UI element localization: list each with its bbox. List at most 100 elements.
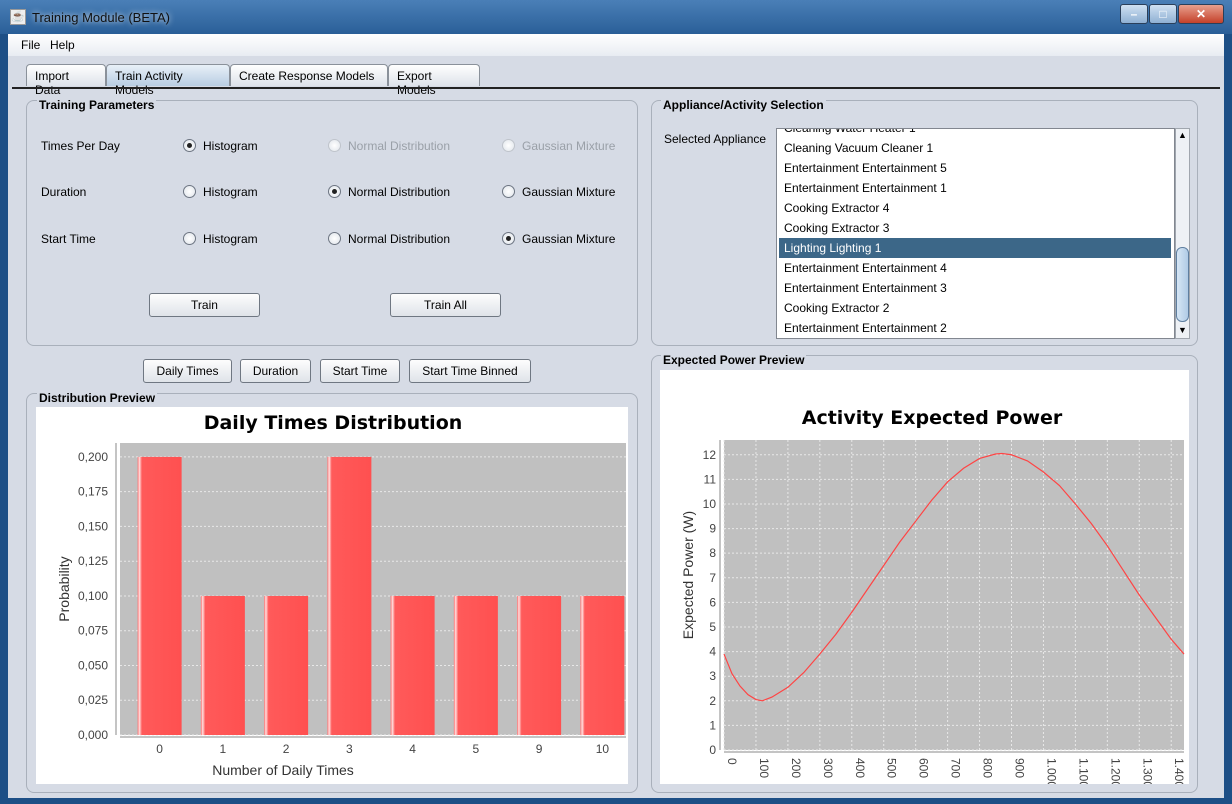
chart-title: Activity Expected Power (802, 407, 1063, 429)
appliance-list[interactable]: Cleaning Water Heater 1 Cleaning Vacuum C… (776, 128, 1175, 339)
radio-button[interactable] (502, 185, 515, 198)
radio-label[interactable]: Histogram (203, 185, 258, 199)
list-item[interactable]: Entertainment Entertainment 1 (779, 178, 1171, 198)
bar (517, 595, 562, 735)
train-button[interactable]: Train (149, 293, 260, 317)
train-all-button[interactable]: Train All (390, 293, 501, 317)
list-item[interactable]: Entertainment Entertainment 4 (779, 258, 1171, 278)
radio-button[interactable] (183, 185, 196, 198)
row-label: Start Time (41, 232, 96, 246)
java-icon: ☕ (10, 9, 26, 25)
y-tick-label: 7 (709, 571, 716, 585)
list-item[interactable]: Entertainment Entertainment 5 (779, 158, 1171, 178)
list-item[interactable]: Cleaning Vacuum Cleaner 1 (779, 138, 1171, 158)
y-tick-label: 0,175 (78, 485, 108, 499)
x-tick-label: 900 (1013, 758, 1027, 778)
y-tick-label: 0,050 (78, 658, 108, 672)
y-tick-label: 10 (703, 497, 717, 511)
radio-button[interactable] (502, 232, 515, 245)
tab-divider (12, 87, 1220, 89)
appliance-selection-title: Appliance/Activity Selection (661, 98, 826, 112)
x-tick-label: 1.100 (1076, 758, 1090, 784)
training-parameters-title: Training Parameters (37, 98, 157, 112)
radio-label[interactable]: Histogram (203, 232, 258, 246)
x-tick-label: 5 (473, 742, 480, 756)
x-axis-label: Number of Daily Times (212, 762, 354, 778)
x-tick-label: 2 (283, 742, 290, 756)
list-item[interactable]: Entertainment Entertainment 2 (779, 318, 1171, 338)
x-tick-label: 500 (885, 758, 899, 778)
menu-help[interactable]: Help (50, 38, 75, 52)
row-label: Duration (41, 185, 87, 199)
list-item[interactable]: Cooking Extractor 4 (779, 198, 1171, 218)
list-scrollbar[interactable]: ▲ ▼ (1175, 128, 1190, 339)
tab-create-response-models[interactable]: Create Response Models (230, 64, 388, 86)
list-item[interactable]: Entertainment Entertainment 3 (779, 278, 1171, 298)
radio-label[interactable]: Normal Distribution (348, 185, 450, 199)
radio-button[interactable] (328, 185, 341, 198)
y-tick-label: 0,150 (78, 519, 108, 533)
radio-button (328, 139, 341, 152)
y-tick-label: 8 (709, 546, 716, 560)
y-tick-label: 0,125 (78, 554, 108, 568)
bar (327, 456, 372, 735)
duration-button[interactable]: Duration (240, 359, 311, 383)
radio-label: Gaussian Mixture (522, 139, 616, 153)
bar (200, 595, 245, 735)
tab-train-activity-models[interactable]: Train Activity Models (106, 64, 230, 97)
x-tick-label: 1.000 (1044, 758, 1058, 784)
x-tick-label: 700 (949, 758, 963, 778)
tab-export-models[interactable]: Export Models (388, 64, 480, 97)
maximize-button[interactable]: □ (1149, 4, 1177, 24)
scroll-down-icon[interactable]: ▼ (1178, 325, 1187, 335)
scroll-up-icon[interactable]: ▲ (1178, 130, 1187, 140)
row-label: Times Per Day (41, 139, 120, 153)
y-tick-label: 0,000 (78, 728, 108, 742)
radio-button[interactable] (183, 139, 196, 152)
expected-power-chart: Activity Expected Power01234567891011120… (660, 370, 1189, 784)
chart-title: Daily Times Distribution (204, 412, 463, 434)
menu-file[interactable]: File (21, 38, 40, 52)
distribution-preview-title: Distribution Preview (37, 391, 158, 405)
radio-label[interactable]: Histogram (203, 139, 258, 153)
list-item[interactable]: Cooking Extractor 2 (779, 298, 1171, 318)
y-tick-label: 0,075 (78, 624, 108, 638)
start-time-button[interactable]: Start Time (320, 359, 400, 383)
minimize-button[interactable]: – (1120, 4, 1148, 24)
daily-times-button[interactable]: Daily Times (143, 359, 232, 383)
x-tick-label: 600 (917, 758, 931, 778)
training-parameters-panel (26, 100, 638, 346)
start-time-binned-button[interactable]: Start Time Binned (409, 359, 531, 383)
x-tick-label: 1 (220, 742, 227, 756)
y-tick-label: 0,100 (78, 589, 108, 603)
radio-label[interactable]: Gaussian Mixture (522, 185, 615, 199)
radio-button (502, 139, 515, 152)
x-tick-label: 0 (156, 742, 163, 756)
radio-button[interactable] (328, 232, 341, 245)
plot-area (724, 440, 1184, 750)
y-axis-label: Probability (56, 556, 72, 621)
radio-label[interactable]: Normal Distribution (348, 232, 450, 246)
window-client: File Help Import Data Train Activity Mod… (8, 34, 1224, 798)
scroll-thumb[interactable] (1176, 247, 1189, 322)
tab-import-data[interactable]: Import Data (26, 64, 106, 97)
y-tick-label: 4 (709, 645, 716, 659)
bar (580, 595, 625, 735)
expected-power-title: Expected Power Preview (661, 353, 807, 367)
list-item[interactable]: Cleaning Water Heater 1 (779, 129, 1171, 138)
x-tick-label: 800 (981, 758, 995, 778)
x-tick-label: 300 (821, 758, 835, 778)
y-tick-label: 5 (709, 620, 716, 634)
y-tick-label: 1 (709, 718, 716, 732)
x-tick-label: 200 (789, 758, 803, 778)
y-tick-label: 0,025 (78, 693, 108, 707)
list-item[interactable]: Cooking Extractor 3 (779, 218, 1171, 238)
x-tick-label: 9 (536, 742, 543, 756)
radio-label[interactable]: Gaussian Mixture (522, 232, 615, 246)
close-button[interactable]: ✕ (1178, 4, 1224, 24)
radio-button[interactable] (183, 232, 196, 245)
bar (390, 595, 435, 735)
x-tick-label: 10 (596, 742, 610, 756)
list-item[interactable]: Lighting Lighting 1 (779, 238, 1171, 258)
menu-bar: File Help (8, 34, 1224, 56)
